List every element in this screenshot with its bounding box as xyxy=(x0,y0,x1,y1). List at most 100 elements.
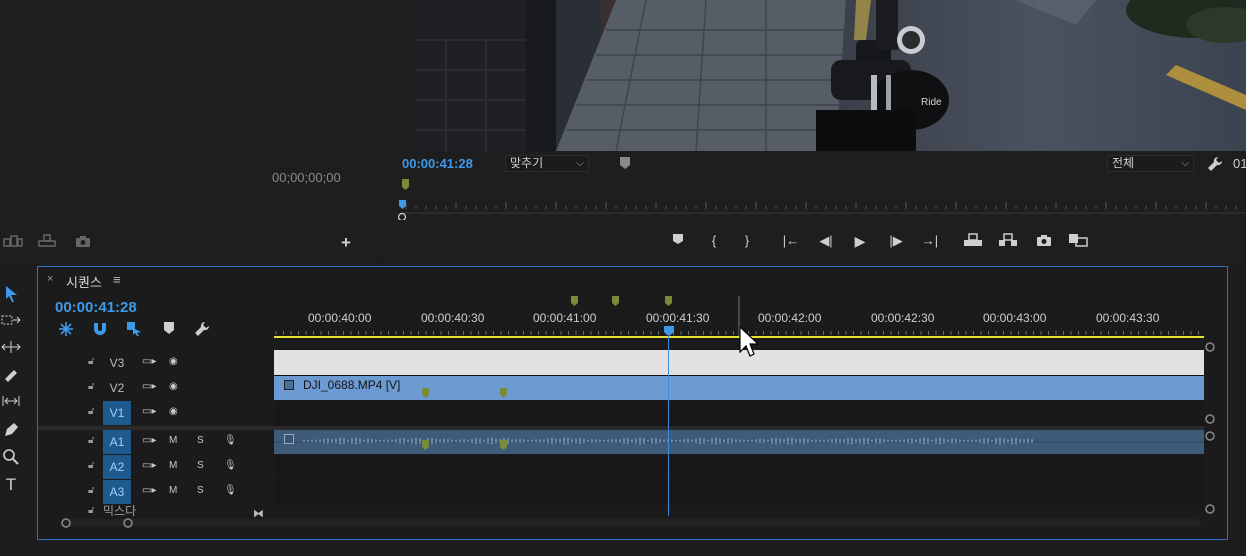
zoom-tool-icon[interactable] xyxy=(0,448,22,468)
snap-magnet-icon[interactable] xyxy=(92,321,108,340)
source-timecode[interactable]: 00;00;00;00 xyxy=(272,170,341,185)
chevron-down-icon: ⌵ xyxy=(1181,158,1189,169)
pen-tool-icon[interactable] xyxy=(0,421,22,441)
playhead-line[interactable] xyxy=(668,330,669,516)
sequence-timecode[interactable]: 00:00:41:28 xyxy=(55,299,137,316)
add-button[interactable]: + xyxy=(341,233,351,253)
step-forward-button[interactable]: |▶ xyxy=(886,233,906,249)
comparison-view-icon[interactable] xyxy=(1068,233,1088,250)
sync-lock-icon[interactable]: ▭▸ xyxy=(142,435,156,446)
solo-button[interactable]: S xyxy=(197,485,204,496)
razor-tool-icon[interactable] xyxy=(0,367,22,387)
export-frame-icon[interactable] xyxy=(1034,233,1054,250)
sync-lock-icon[interactable]: ▭▸ xyxy=(142,381,156,392)
mark-in-button[interactable]: { xyxy=(704,233,724,248)
sync-lock-icon[interactable]: ▭▸ xyxy=(142,356,156,367)
track-header-a1[interactable]: 🔓︎ A1 ▭▸ M S 🎙︎ xyxy=(38,430,274,454)
go-to-in-button[interactable]: |← xyxy=(781,233,801,248)
mute-button[interactable]: M xyxy=(169,460,177,471)
track-header-v3[interactable]: 🔓︎ V3 ▭▸ ◉ xyxy=(38,351,274,375)
slip-tool-icon[interactable] xyxy=(0,394,22,414)
svg-text:Ride: Ride xyxy=(921,97,942,108)
v1-lane[interactable] xyxy=(274,401,1204,426)
lock-icon[interactable]: 🔓︎ xyxy=(88,485,94,496)
track-id[interactable]: V2 xyxy=(103,376,131,400)
track-id[interactable]: V1 xyxy=(103,401,131,425)
lock-icon[interactable]: 🔓︎ xyxy=(88,460,94,471)
a3-lane[interactable] xyxy=(274,480,1204,504)
nest-icon[interactable] xyxy=(58,321,74,340)
lock-icon[interactable]: 🔓︎ xyxy=(88,381,94,392)
zoom-select[interactable]: 맞추기 ⌵ xyxy=(505,155,589,172)
track-id[interactable]: A1 xyxy=(103,430,131,454)
eye-icon[interactable]: ◉ xyxy=(169,406,178,417)
lock-icon[interactable]: 🔓︎ xyxy=(88,435,94,446)
camera-icon[interactable] xyxy=(75,234,91,251)
sequence-tab-title[interactable]: 시퀀스 xyxy=(66,272,102,291)
marker-icon[interactable] xyxy=(402,179,410,194)
mute-button[interactable]: M xyxy=(169,435,177,446)
mute-button[interactable]: M xyxy=(169,485,177,496)
eye-icon[interactable]: ◉ xyxy=(169,381,178,392)
track-header-a3[interactable]: 🔓︎ A3 ▭▸ M S 🎙︎ xyxy=(38,480,274,504)
track-header-mix[interactable]: 🔓︎ 믹스다 xyxy=(38,505,274,516)
timeline-settings-wrench-icon[interactable] xyxy=(194,321,210,340)
step-back-button[interactable]: ◀| xyxy=(816,233,836,249)
program-time-ruler[interactable] xyxy=(397,196,1246,222)
playhead-handle[interactable] xyxy=(663,325,675,340)
a2-lane[interactable] xyxy=(274,455,1204,479)
video-clip[interactable] xyxy=(274,376,1204,400)
sync-lock-icon[interactable]: ▭▸ xyxy=(142,460,156,471)
microphone-icon[interactable]: 🎙︎ xyxy=(224,435,237,446)
insert-icon[interactable] xyxy=(3,234,23,251)
track-header-v1[interactable]: 🔓︎ V1 ▭▸ ◉ xyxy=(38,401,274,425)
play-button[interactable]: ▶ xyxy=(850,233,870,250)
vertical-scrollbar[interactable] xyxy=(1204,340,1216,516)
microphone-icon[interactable]: 🎙︎ xyxy=(224,460,237,471)
clip-name: DJI_0688.MP4 [V] xyxy=(303,378,401,392)
selection-tool-icon[interactable] xyxy=(0,285,22,305)
overwrite-icon[interactable] xyxy=(37,234,57,251)
type-tool-icon[interactable]: T xyxy=(0,475,22,495)
close-tab-button[interactable]: × xyxy=(47,273,53,285)
sync-lock-icon[interactable]: ▭▸ xyxy=(142,485,156,496)
fx-badge-icon xyxy=(284,380,294,390)
collapse-icon[interactable]: ⧓ xyxy=(253,507,264,520)
video-preview: Ride xyxy=(416,0,1246,151)
track-id[interactable]: A2 xyxy=(103,455,131,479)
go-to-out-button[interactable]: →| xyxy=(920,233,940,248)
lock-icon[interactable]: 🔓︎ xyxy=(88,356,94,367)
track-id[interactable]: A3 xyxy=(103,480,131,504)
lock-icon[interactable]: 🔓︎ xyxy=(88,406,94,417)
clip-marker[interactable] xyxy=(500,388,508,402)
add-marker-icon[interactable] xyxy=(163,321,175,338)
clip-marker[interactable] xyxy=(422,388,430,402)
horizontal-scrollbar[interactable] xyxy=(55,516,1205,530)
sync-lock-icon[interactable]: ▭▸ xyxy=(142,406,156,417)
program-timecode-cut: 01 xyxy=(1233,156,1246,171)
mark-out-button[interactable]: } xyxy=(737,233,757,248)
clip-marker[interactable] xyxy=(422,440,430,454)
program-timecode[interactable]: 00:00:41:28 xyxy=(402,156,473,171)
wrench-icon[interactable] xyxy=(1207,156,1223,175)
eye-icon[interactable]: ◉ xyxy=(169,356,178,367)
linked-selection-icon[interactable] xyxy=(126,321,142,340)
clip-marker[interactable] xyxy=(500,440,508,454)
track-header-v2[interactable]: 🔓︎ V2 ▭▸ ◉ xyxy=(38,376,274,400)
solo-button[interactable]: S xyxy=(197,460,204,471)
quality-select[interactable]: 전체 ⌵ xyxy=(1107,155,1194,172)
add-marker-button[interactable] xyxy=(668,233,688,248)
extract-icon[interactable] xyxy=(998,233,1018,250)
panel-menu-icon[interactable]: ≡ xyxy=(113,272,121,287)
lock-icon[interactable]: 🔓︎ xyxy=(88,505,94,516)
solo-button[interactable]: S xyxy=(197,435,204,446)
marker-icon[interactable] xyxy=(618,156,632,173)
microphone-icon[interactable]: 🎙︎ xyxy=(224,485,237,496)
track-id[interactable]: V3 xyxy=(103,351,131,375)
chevron-down-icon: ⌵ xyxy=(576,158,584,169)
track-header-a2[interactable]: 🔓︎ A2 ▭▸ M S 🎙︎ xyxy=(38,455,274,479)
ripple-edit-tool-icon[interactable] xyxy=(0,340,22,360)
track-select-tool-icon[interactable] xyxy=(0,313,22,333)
lift-icon[interactable] xyxy=(963,233,983,250)
audio-clip[interactable] xyxy=(274,430,1204,454)
